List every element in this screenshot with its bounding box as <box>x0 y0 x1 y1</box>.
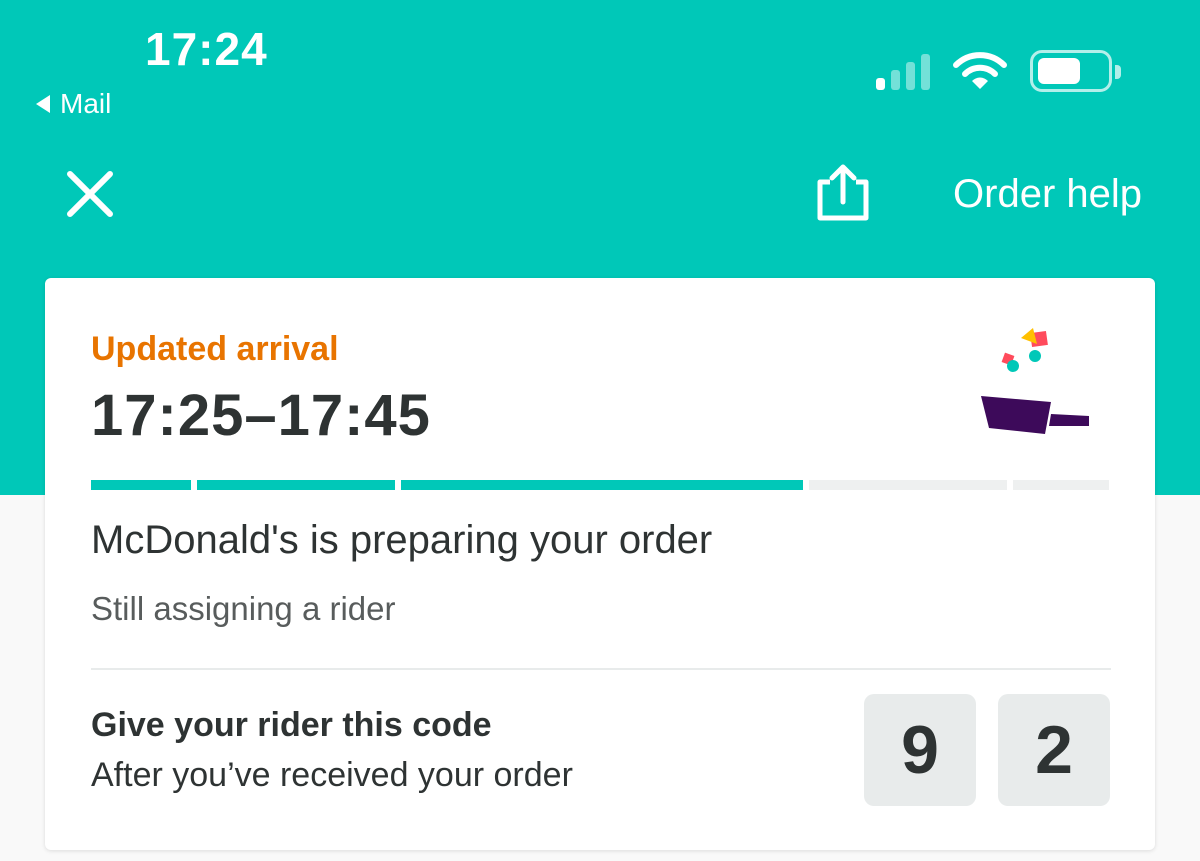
progress-segment <box>197 480 395 490</box>
progress-segment <box>91 480 191 490</box>
code-digit-1: 9 <box>864 694 976 806</box>
code-digit-2: 2 <box>998 694 1110 806</box>
order-status-card: Updated arrival 17:25–17:45 McDonald's i… <box>45 278 1155 850</box>
progress-segment <box>1013 480 1109 490</box>
progress-segment <box>401 480 803 490</box>
share-button[interactable] <box>812 162 874 224</box>
share-icon <box>817 164 869 221</box>
order-progress-bar <box>91 480 1111 490</box>
back-to-mail-link[interactable]: Mail <box>36 88 111 120</box>
status-bar-time: 17:24 <box>145 23 268 75</box>
progress-segment <box>809 480 1007 490</box>
wifi-icon <box>953 52 1007 89</box>
status-icons <box>876 50 1121 92</box>
rider-status-text: Still assigning a rider <box>91 590 396 627</box>
order-status-text: McDonald's is preparing your order <box>91 518 713 562</box>
divider <box>91 668 1111 670</box>
battery-icon <box>1030 50 1121 92</box>
arrival-label: Updated arrival <box>91 330 339 368</box>
close-button[interactable] <box>64 168 116 220</box>
back-triangle-icon <box>36 95 50 113</box>
order-help-link[interactable]: Order help <box>953 172 1142 217</box>
close-icon <box>67 171 113 217</box>
rider-code-title: Give your rider this code <box>91 706 492 744</box>
back-label: Mail <box>60 88 112 119</box>
cooking-pan-icon <box>981 328 1089 434</box>
arrival-time: 17:25–17:45 <box>91 383 431 448</box>
cellular-signal-icon <box>876 52 930 90</box>
rider-code-subtitle: After you’ve received your order <box>91 756 573 794</box>
